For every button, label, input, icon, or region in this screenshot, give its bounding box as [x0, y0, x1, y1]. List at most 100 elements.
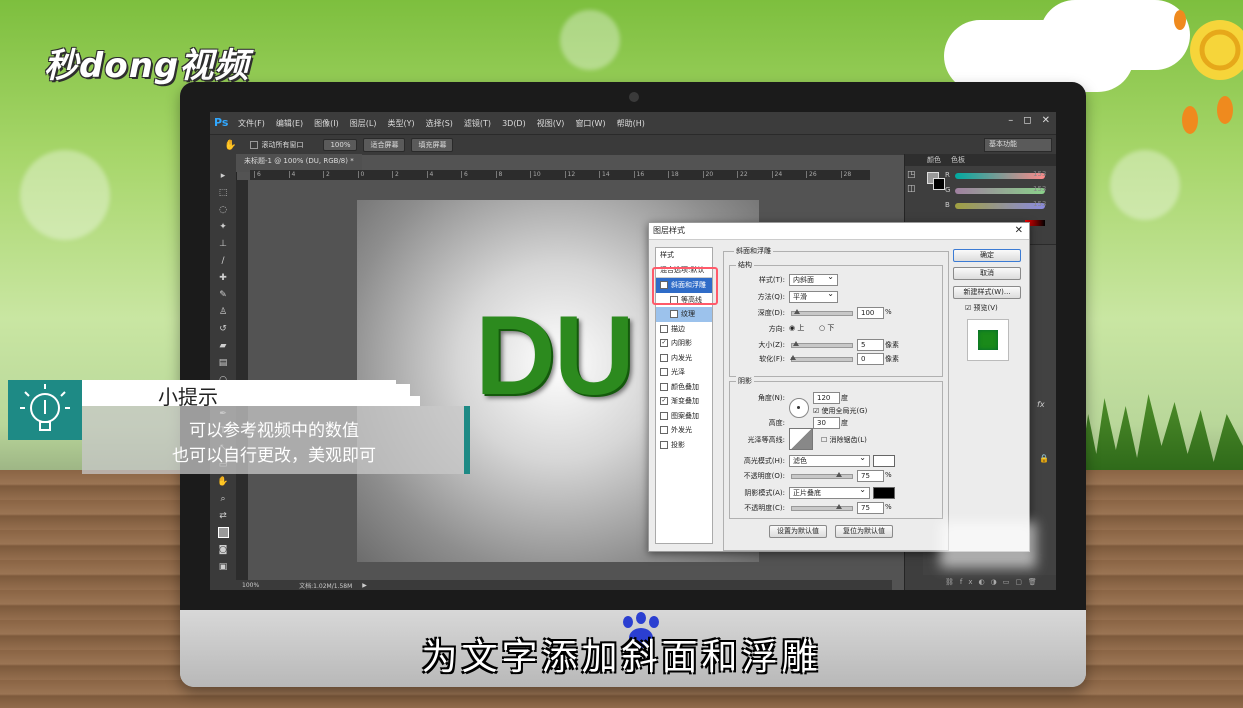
- style-item[interactable]: 内发光: [656, 351, 712, 366]
- size-input[interactable]: 5: [857, 339, 884, 351]
- ok-button[interactable]: 确定: [953, 249, 1021, 262]
- fit-screen-button[interactable]: 适合屏幕: [363, 138, 406, 152]
- style-checkbox[interactable]: [660, 426, 668, 434]
- eyedropper-icon[interactable]: ∕: [216, 255, 230, 267]
- new-style-button[interactable]: 新建样式(W)...: [953, 286, 1021, 299]
- menu-help[interactable]: 帮助(H): [617, 118, 645, 129]
- menu-3d[interactable]: 3D(D): [502, 119, 526, 128]
- style-checkbox[interactable]: ✓: [660, 397, 668, 405]
- lasso-tool-icon[interactable]: ◌: [216, 204, 230, 216]
- eraser-tool-icon[interactable]: ▰: [216, 340, 230, 352]
- lock-icon[interactable]: 🔒: [1039, 454, 1049, 463]
- preview-checkbox[interactable]: ☑ 预览(V): [965, 303, 998, 313]
- menu-type[interactable]: 类型(Y): [387, 118, 414, 129]
- style-checkbox[interactable]: [660, 411, 668, 420]
- zoom-tool-icon[interactable]: ⌕: [216, 493, 230, 505]
- close-icon[interactable]: ✕: [1042, 115, 1050, 126]
- gloss-contour-picker[interactable]: [789, 428, 813, 450]
- style-item[interactable]: ✓ 内阴影: [656, 336, 712, 351]
- stamp-tool-icon[interactable]: ♙: [216, 306, 230, 318]
- screen-mode-icon[interactable]: ▣: [216, 561, 230, 573]
- menu-view[interactable]: 视图(V): [537, 118, 565, 129]
- properties-icon[interactable]: ◫: [907, 182, 916, 196]
- size-slider[interactable]: [791, 341, 853, 348]
- fill-screen-button[interactable]: 填充屏幕: [411, 138, 454, 152]
- zoom-100-button[interactable]: 100%: [323, 139, 358, 151]
- channel-b-value[interactable]: 153: [1033, 200, 1046, 208]
- style-checkbox[interactable]: [670, 310, 678, 318]
- history-brush-icon[interactable]: ↺: [216, 323, 230, 335]
- menu-layer[interactable]: 图层(L): [350, 118, 377, 129]
- style-item[interactable]: 纹理: [656, 307, 712, 322]
- swap-colors-icon[interactable]: ⇄: [216, 510, 230, 522]
- channel-g-value[interactable]: 153: [1033, 185, 1046, 193]
- style-item[interactable]: 图案叠加: [656, 409, 712, 424]
- marquee-tool-icon[interactable]: ⬚: [216, 187, 230, 199]
- cancel-button[interactable]: 取消: [953, 267, 1021, 280]
- style-checkbox[interactable]: [660, 324, 668, 333]
- style-select[interactable]: 内斜面: [789, 272, 838, 286]
- workspace-select[interactable]: 基本功能: [984, 138, 1052, 152]
- style-item[interactable]: 颜色叠加: [656, 380, 712, 395]
- shadow-opacity-input[interactable]: 75: [857, 502, 884, 514]
- style-checkbox[interactable]: [660, 440, 668, 449]
- menu-select[interactable]: 选择(S): [426, 118, 453, 129]
- brush-tool-icon[interactable]: ✎: [216, 289, 230, 301]
- style-item[interactable]: ✓ 渐变叠加: [656, 394, 712, 409]
- channel-r-slider[interactable]: [955, 173, 1045, 179]
- menu-filter[interactable]: 滤镜(T): [464, 118, 491, 129]
- scroll-all-checkbox[interactable]: [250, 141, 259, 149]
- shadow-opacity-slider[interactable]: [791, 504, 853, 511]
- style-checkbox[interactable]: ✓: [660, 339, 668, 347]
- magic-wand-icon[interactable]: ✦: [216, 221, 230, 233]
- healing-brush-icon[interactable]: ✚: [216, 272, 230, 284]
- close-icon[interactable]: ✕: [1015, 225, 1023, 236]
- channel-r-value[interactable]: 153: [1033, 170, 1046, 178]
- fx-icon[interactable]: fx: [1037, 400, 1045, 409]
- menu-edit[interactable]: 编辑(E): [276, 118, 303, 129]
- crop-tool-icon[interactable]: ⊥: [216, 238, 230, 250]
- foreground-background-color[interactable]: [216, 527, 230, 539]
- style-item[interactable]: 光泽: [656, 365, 712, 380]
- quick-mask-icon[interactable]: ◙: [216, 544, 230, 556]
- style-checkbox[interactable]: [660, 368, 668, 376]
- move-tool-icon[interactable]: ▸: [216, 170, 230, 182]
- channel-g-slider[interactable]: [955, 188, 1045, 194]
- menu-file[interactable]: 文件(F): [238, 118, 265, 129]
- bg-color-swatch[interactable]: [933, 178, 945, 190]
- shadow-color-swatch[interactable]: [873, 487, 895, 499]
- highlight-mode-select[interactable]: 滤色: [789, 453, 870, 467]
- depth-slider[interactable]: [791, 309, 853, 316]
- tab-color[interactable]: 颜色: [927, 155, 941, 165]
- hand-tool-icon[interactable]: ✋: [216, 476, 230, 488]
- highlight-opacity-slider[interactable]: [791, 472, 853, 479]
- hand-tool-icon[interactable]: ✋: [224, 140, 236, 151]
- menu-window[interactable]: 窗口(W): [575, 118, 605, 129]
- direction-up-radio[interactable]: ◉ 上: [789, 323, 804, 333]
- style-checkbox[interactable]: [660, 353, 668, 362]
- status-arrow-icon[interactable]: ▶: [362, 582, 367, 589]
- anti-alias-checkbox[interactable]: ☐ 消除锯齿(L): [821, 435, 867, 445]
- highlight-color-swatch[interactable]: [873, 455, 895, 467]
- menu-image[interactable]: 图像(I): [314, 118, 339, 129]
- gradient-tool-icon[interactable]: ▤: [216, 357, 230, 369]
- style-item[interactable]: 投影: [656, 438, 712, 453]
- angle-input[interactable]: 120: [813, 392, 840, 404]
- soften-input[interactable]: 0: [857, 353, 884, 365]
- direction-down-radio[interactable]: ○ 下: [819, 323, 834, 333]
- style-checkbox[interactable]: [660, 382, 668, 391]
- minimize-icon[interactable]: –: [1008, 115, 1013, 126]
- restore-icon[interactable]: ◻: [1023, 115, 1031, 126]
- style-item[interactable]: 外发光: [656, 423, 712, 438]
- styles-header[interactable]: 样式: [656, 248, 712, 263]
- make-default-button[interactable]: 设置为默认值: [769, 525, 827, 538]
- global-light-checkbox[interactable]: ☑ 使用全局光(G): [813, 406, 867, 416]
- soften-slider[interactable]: [790, 355, 853, 362]
- shadow-mode-select[interactable]: 正片叠底: [789, 485, 870, 499]
- altitude-input[interactable]: 30: [813, 417, 840, 429]
- style-item[interactable]: 描边: [656, 322, 712, 337]
- technique-select[interactable]: 平滑: [789, 289, 838, 303]
- tab-swatches[interactable]: 色板: [951, 155, 965, 165]
- angle-dial[interactable]: [789, 398, 809, 418]
- reset-default-button[interactable]: 复位为默认值: [835, 525, 893, 538]
